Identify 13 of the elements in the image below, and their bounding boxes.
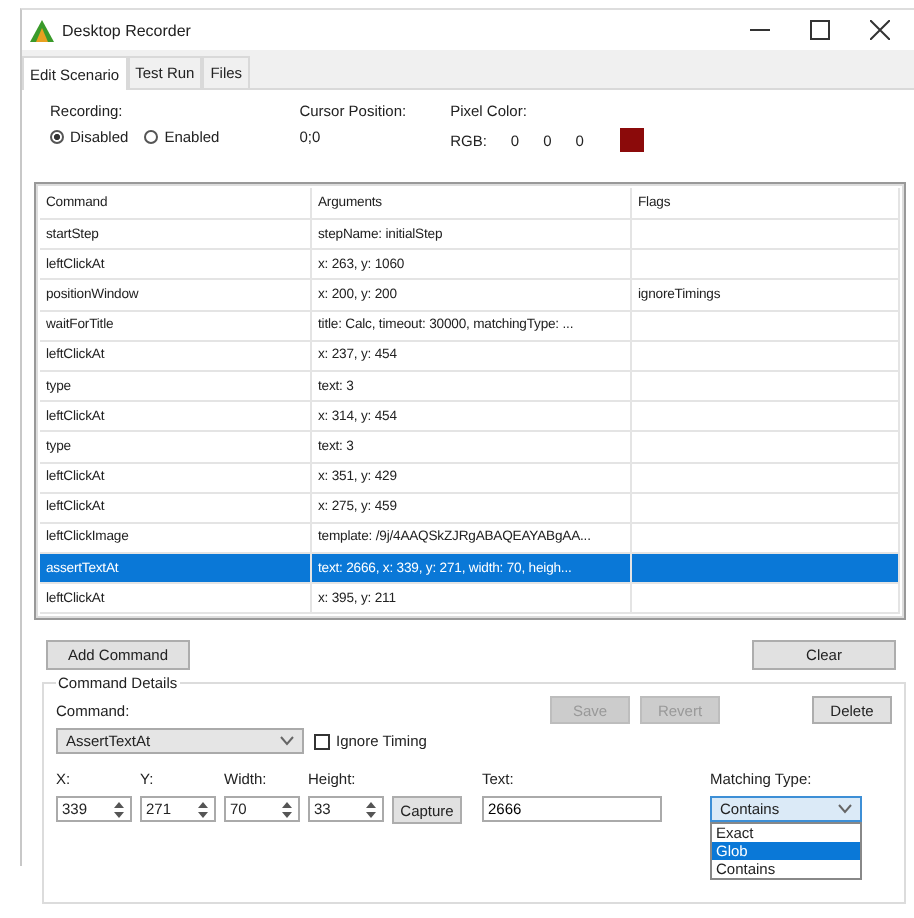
radio-button[interactable] bbox=[50, 130, 64, 144]
spin-arrows-icon bbox=[364, 797, 378, 822]
spin-arrows-icon bbox=[280, 797, 294, 822]
checkbox[interactable] bbox=[314, 733, 330, 750]
chevron-icon bbox=[838, 804, 852, 815]
chevron-icon bbox=[280, 736, 294, 747]
spin-arrows-icon bbox=[112, 797, 126, 822]
close-icon[interactable] bbox=[870, 20, 890, 40]
app-logo-icon bbox=[30, 19, 54, 41]
spin-arrows-icon bbox=[196, 797, 210, 822]
radio-button[interactable] bbox=[144, 130, 159, 144]
window-title: Desktop Recorder bbox=[62, 21, 191, 39]
maximize-icon[interactable] bbox=[810, 20, 830, 40]
